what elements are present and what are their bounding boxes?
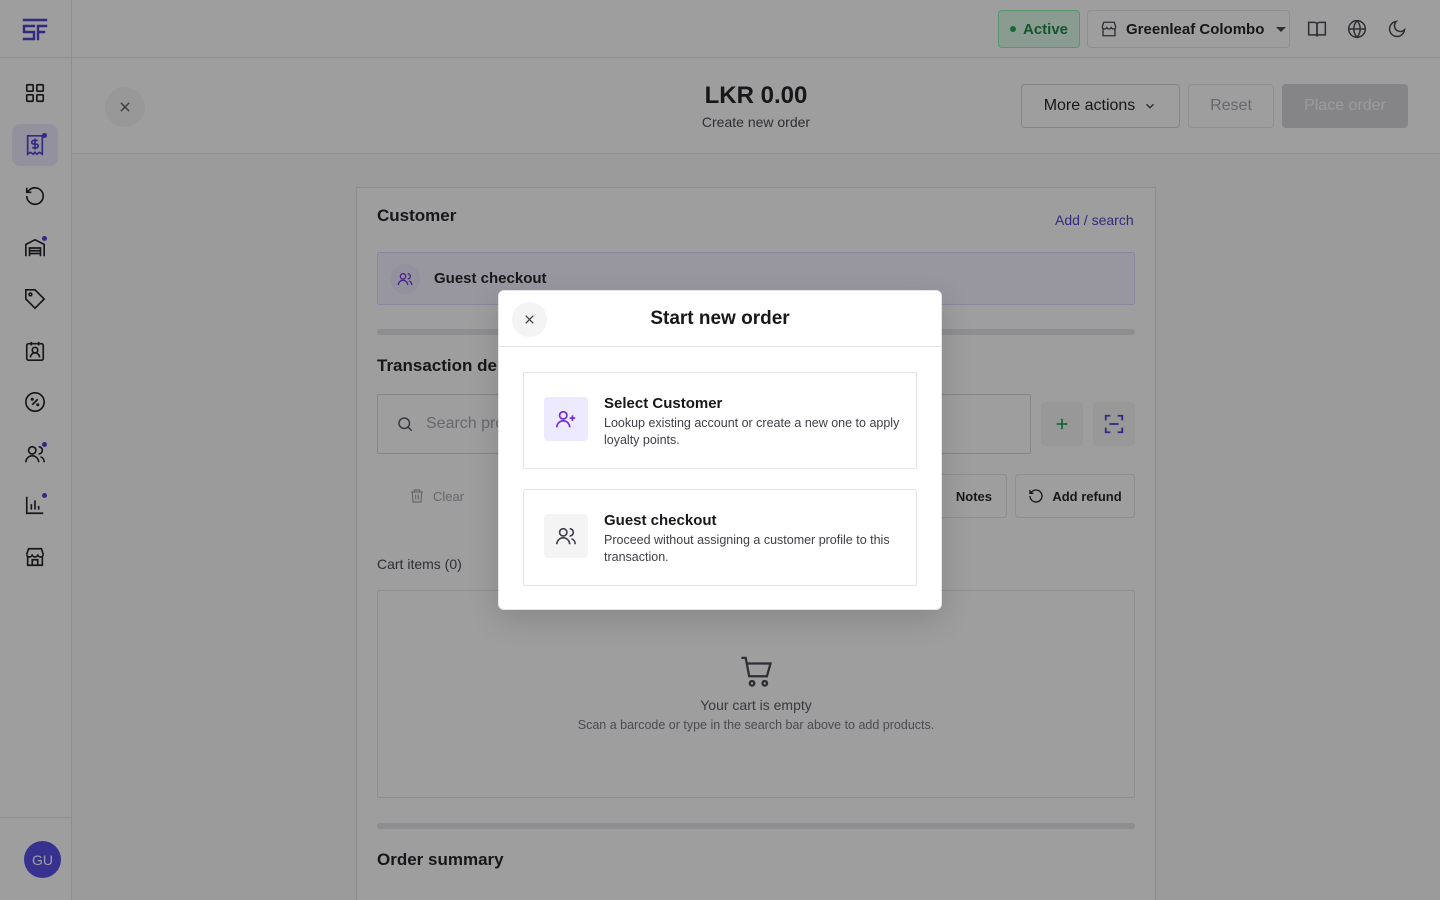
select-customer-option[interactable]: Select Customer Lookup existing account …: [523, 372, 917, 469]
user-plus-icon: [544, 397, 588, 441]
close-icon: [525, 315, 534, 324]
option-description: Proceed without assigning a customer pro…: [604, 533, 890, 564]
modal-title: Start new order: [650, 308, 790, 329]
modal-header: Start new order: [499, 291, 941, 347]
guest-checkout-option[interactable]: Guest checkout Proceed without assigning…: [523, 489, 917, 586]
users-icon: [544, 514, 588, 558]
option-title: Guest checkout: [604, 512, 717, 529]
start-order-modal: Start new order Select Customer Lookup e…: [498, 290, 942, 610]
modal-close-button[interactable]: [512, 302, 547, 337]
option-title: Select Customer: [604, 395, 723, 412]
option-description: Lookup existing account or create a new …: [604, 416, 900, 447]
